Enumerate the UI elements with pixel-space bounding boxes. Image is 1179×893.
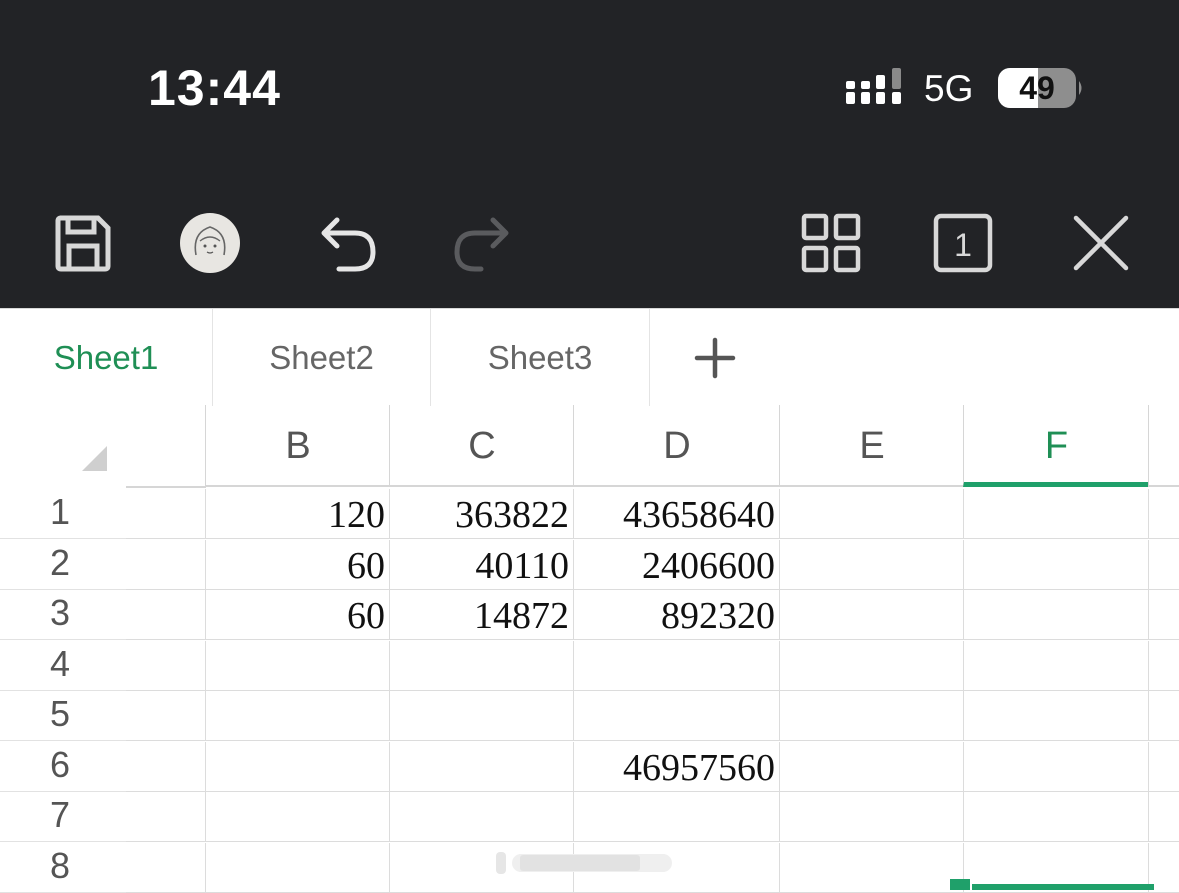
cell-e7[interactable] (779, 792, 964, 842)
row-header-6[interactable]: 6 (0, 742, 126, 792)
row-header-3[interactable]: 3 (0, 590, 126, 640)
cell-a2[interactable] (126, 540, 206, 590)
cell-e4[interactable] (779, 640, 964, 691)
cell-f1[interactable] (963, 489, 1149, 539)
row-header-8[interactable]: 8 (0, 843, 126, 893)
cell-f5[interactable] (963, 691, 1149, 741)
row-header-5[interactable]: 5 (0, 691, 126, 741)
undo-icon (321, 217, 376, 272)
cell-d3[interactable]: 892320 (573, 590, 780, 640)
close-button[interactable] (1068, 210, 1134, 276)
status-time: 13:44 (148, 60, 281, 116)
column-header-g[interactable] (1148, 405, 1179, 487)
row-header-7[interactable]: 7 (0, 792, 126, 842)
cell-e3[interactable] (779, 590, 964, 640)
column-header-c[interactable]: C (389, 405, 574, 487)
cell-b7[interactable] (205, 792, 390, 842)
cell-b5[interactable] (205, 691, 390, 741)
cell-a6[interactable] (126, 742, 206, 792)
cell-f7[interactable] (963, 792, 1149, 842)
cell-g7[interactable] (1148, 792, 1179, 842)
row-header-2[interactable]: 2 (0, 540, 126, 590)
column-header-e[interactable]: E (779, 405, 964, 487)
cell-d2[interactable]: 2406600 (573, 539, 780, 590)
column-header-f[interactable]: F (963, 405, 1149, 487)
row-header-1[interactable]: 1 (0, 489, 126, 539)
cell-b2[interactable]: 60 (205, 539, 390, 590)
cell-e2[interactable] (779, 539, 964, 590)
cell-b8[interactable] (205, 842, 390, 893)
spreadsheet-grid: B C D E F 1 120 363822 43658640 2 60 40110 2406… (0, 405, 1179, 893)
avatar-button[interactable] (177, 210, 243, 276)
column-header-b[interactable]: B (205, 405, 390, 487)
cell-d5[interactable] (573, 691, 780, 741)
cell-c7[interactable] (389, 792, 574, 842)
cell-g1[interactable] (1148, 489, 1179, 539)
cell-g2[interactable] (1148, 539, 1179, 590)
save-button[interactable] (50, 210, 116, 276)
cell-d7[interactable] (573, 792, 780, 842)
scroll-indicator[interactable] (492, 848, 688, 878)
cell-d1[interactable]: 43658640 (573, 489, 780, 539)
cell-f4[interactable] (963, 640, 1149, 691)
cell-c3[interactable]: 14872 (389, 590, 574, 640)
sheet-count-button[interactable]: 1 (930, 210, 996, 276)
grid-view-icon (801, 213, 861, 273)
sheet-tab-bar: Sheet1 Sheet2 Sheet3 (0, 308, 1179, 406)
cell-a5[interactable] (126, 691, 206, 741)
cell-e8[interactable] (779, 842, 964, 893)
cell-c1[interactable]: 363822 (389, 489, 574, 539)
redo-button[interactable] (448, 210, 514, 276)
cell-f2[interactable] (963, 539, 1149, 590)
cell-a1[interactable] (126, 489, 206, 539)
avatar (180, 213, 240, 273)
grid-view-button[interactable] (798, 210, 864, 276)
undo-button[interactable] (316, 210, 382, 276)
add-sheet-button[interactable] (650, 309, 780, 406)
row-header-4[interactable]: 4 (0, 641, 126, 691)
cellular-signal-icon (846, 68, 901, 104)
cell-c5[interactable] (389, 691, 574, 741)
sheet-count-label: 1 (954, 227, 972, 263)
tab-sheet1[interactable]: Sheet1 (0, 309, 213, 406)
cell-a3[interactable] (126, 590, 206, 640)
select-all-triangle-icon (82, 446, 107, 471)
network-type: 5G (924, 68, 974, 109)
battery-level: 49 (1019, 70, 1055, 106)
redo-icon (454, 217, 509, 272)
cell-e6[interactable] (779, 741, 964, 792)
cell-b4[interactable] (205, 640, 390, 691)
selection-handle[interactable] (950, 879, 970, 890)
cell-g3[interactable] (1148, 590, 1179, 640)
cell-a7[interactable] (126, 792, 206, 842)
column-header-a[interactable] (126, 405, 206, 488)
cell-d6[interactable]: 46957560 (573, 741, 780, 792)
sheet-count-icon: 1 (933, 213, 993, 273)
cell-a8[interactable] (126, 843, 206, 893)
cell-b1[interactable]: 120 (205, 489, 390, 539)
cell-g4[interactable] (1148, 640, 1179, 691)
plus-icon (694, 337, 736, 378)
cell-b6[interactable] (205, 741, 390, 792)
cell-e5[interactable] (779, 691, 964, 741)
selection-highlight (972, 884, 1154, 890)
cell-c4[interactable] (389, 640, 574, 691)
cell-g6[interactable] (1148, 741, 1179, 792)
cell-g5[interactable] (1148, 691, 1179, 741)
column-header-d[interactable]: D (573, 405, 780, 487)
app-header: 13:44 5G 49 1 (0, 0, 1179, 308)
tab-sheet3[interactable]: Sheet3 (431, 309, 650, 406)
close-icon (1073, 215, 1129, 271)
cell-a4[interactable] (126, 641, 206, 691)
cell-f3[interactable] (963, 590, 1149, 640)
cell-c6[interactable] (389, 741, 574, 792)
cell-c2[interactable]: 40110 (389, 539, 574, 590)
cell-b3[interactable]: 60 (205, 590, 390, 640)
cell-e1[interactable] (779, 489, 964, 539)
cell-d4[interactable] (573, 640, 780, 691)
tab-sheet2[interactable]: Sheet2 (213, 309, 431, 406)
save-icon (55, 215, 111, 272)
select-all-corner[interactable] (0, 405, 126, 488)
cell-f6[interactable] (963, 741, 1149, 792)
